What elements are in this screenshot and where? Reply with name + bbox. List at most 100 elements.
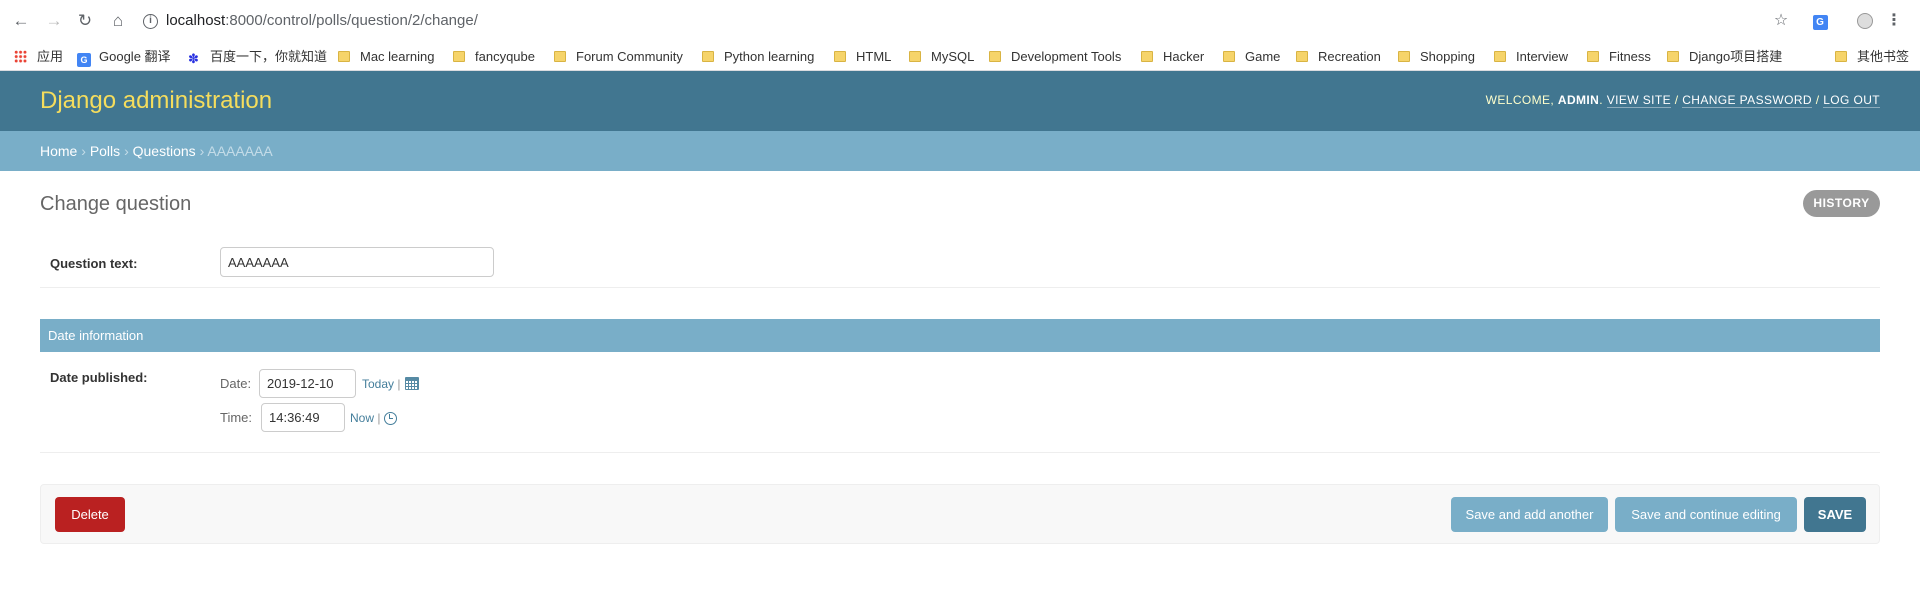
menu-kebab-icon[interactable]: ⋮ <box>1886 10 1902 32</box>
today-link[interactable]: Today <box>362 377 394 391</box>
translate-extension-icon[interactable]: G <box>1810 10 1830 32</box>
bookmark-label: 百度一下，你就知道 <box>210 49 328 64</box>
now-link[interactable]: Now <box>350 411 374 425</box>
submit-row: Delete Save and add another Save and con… <box>40 484 1880 544</box>
bookmark-development-tools[interactable]: Development Tools <box>989 48 1121 66</box>
bookmarks-bar: 应用 G Google 翻译 ✽ 百度一下，你就知道 Mac learning fa… <box>0 42 1920 71</box>
link-separator: | <box>377 411 381 425</box>
history-button[interactable]: History <box>1803 190 1880 217</box>
bookmark-label: Shopping <box>1420 49 1475 64</box>
breadcrumb-sep: › <box>81 143 86 159</box>
bookmark-html[interactable]: HTML <box>834 48 891 66</box>
folder-icon <box>453 51 465 62</box>
folder-icon <box>338 51 350 62</box>
bookmark-fitness[interactable]: Fitness <box>1587 48 1651 66</box>
bookmark-python-learning[interactable]: Python learning <box>702 48 814 66</box>
bookmark-label: Game <box>1245 49 1281 64</box>
bookmark-recreation[interactable]: Recreation <box>1296 48 1381 66</box>
bookmark-hacker[interactable]: Hacker <box>1141 48 1204 66</box>
bookmark-label: Django项目搭建 <box>1689 49 1783 64</box>
date-published-label: Date published: <box>50 370 148 385</box>
separator: / <box>1815 93 1820 107</box>
bookmark-interview[interactable]: Interview <box>1494 48 1568 66</box>
admin-header: Django administration Welcome, admin. Vi… <box>0 71 1920 131</box>
bookmark-star-icon[interactable]: ☆ <box>1771 10 1791 32</box>
profile-avatar-icon[interactable] <box>1855 10 1875 32</box>
reload-icon[interactable]: ↻ <box>74 10 96 32</box>
bookmark-django-setup[interactable]: Django项目搭建 <box>1667 48 1782 66</box>
date-label: Date: <box>220 376 252 391</box>
date-published-row: Date published: Date: Today | Time: Now … <box>40 352 1880 453</box>
bookmark-label: 其他书签 <box>1857 49 1910 64</box>
bookmark-label: Mac learning <box>360 49 435 64</box>
breadcrumb-polls[interactable]: Polls <box>90 143 120 159</box>
bookmark-baidu[interactable]: ✽ 百度一下，你就知道 <box>188 48 327 66</box>
bookmark-game[interactable]: Game <box>1223 48 1280 66</box>
log-out-link[interactable]: Log out <box>1823 93 1880 108</box>
question-text-row: Question text: <box>40 236 1880 288</box>
bookmark-shopping[interactable]: Shopping <box>1398 48 1475 66</box>
bookmark-apps[interactable]: 应用 <box>14 48 63 66</box>
save-and-add-another-button[interactable]: Save and add another <box>1451 497 1608 532</box>
folder-icon <box>1667 51 1679 62</box>
breadcrumb-sep: › <box>124 143 129 159</box>
address-bar[interactable]: i localhost:8000/control/polls/question/2… <box>143 10 1783 32</box>
folder-icon <box>1296 51 1308 62</box>
question-text-label: Question text: <box>50 256 138 271</box>
calendar-icon[interactable] <box>405 377 419 390</box>
info-icon[interactable]: i <box>143 13 158 29</box>
time-input[interactable] <box>261 403 345 432</box>
today-link-group: Today | <box>362 377 401 391</box>
bookmark-label: Development Tools <box>1011 49 1122 64</box>
bookmark-label: Forum Community <box>576 49 683 64</box>
breadcrumb-home[interactable]: Home <box>40 143 77 159</box>
bookmark-label: Fitness <box>1609 49 1651 64</box>
link-separator: | <box>397 377 401 391</box>
forward-arrow-icon[interactable]: → <box>43 10 65 32</box>
bookmark-fancyqube[interactable]: fancyqube <box>453 48 535 66</box>
bookmark-forum-community[interactable]: Forum Community <box>554 48 683 66</box>
folder-icon <box>1835 51 1847 62</box>
bookmark-google-translate[interactable]: G Google 翻译 <box>77 48 171 67</box>
bookmark-label: Python learning <box>724 49 815 64</box>
browser-toolbar: ← → ↻ ⌂ i localhost:8000/control/polls/qu… <box>0 0 1920 42</box>
folder-icon <box>1223 51 1235 62</box>
breadcrumb-current: AAAAAAA <box>207 143 273 159</box>
bookmark-label: Interview <box>1516 49 1569 64</box>
bookmark-label: Hacker <box>1163 49 1205 64</box>
home-icon[interactable]: ⌂ <box>107 10 129 32</box>
breadcrumb: Home › Polls › Questions › AAAAAAA <box>0 131 1920 171</box>
question-text-input[interactable] <box>220 247 494 277</box>
folder-icon <box>702 51 714 62</box>
bookmark-other[interactable]: 其他书签 <box>1835 48 1909 66</box>
breadcrumb-questions[interactable]: Questions <box>133 143 196 159</box>
bookmark-mysql[interactable]: MySQL <box>909 48 974 66</box>
breadcrumb-sep: › <box>199 143 205 159</box>
folder-icon <box>554 51 566 62</box>
bookmark-label: Google 翻译 <box>99 49 171 64</box>
folder-icon <box>1587 51 1599 62</box>
page-title: Change question <box>40 193 192 215</box>
save-and-continue-button[interactable]: Save and continue editing <box>1615 497 1797 532</box>
bookmark-mac-learning[interactable]: Mac learning <box>338 48 434 66</box>
date-input[interactable] <box>259 369 356 398</box>
save-button[interactable]: Save <box>1804 497 1866 532</box>
bookmark-label: MySQL <box>931 49 975 64</box>
url-host: localhost <box>166 12 226 29</box>
folder-icon <box>989 51 1001 62</box>
folder-icon <box>909 51 921 62</box>
now-link-group: Now | <box>350 411 380 425</box>
site-branding[interactable]: Django administration <box>40 87 272 115</box>
folder-icon <box>1398 51 1410 62</box>
change-password-link[interactable]: Change password <box>1682 93 1812 108</box>
clock-icon[interactable] <box>384 412 397 425</box>
bookmark-label: fancyqube <box>475 49 535 64</box>
folder-icon <box>834 51 846 62</box>
time-label: Time: <box>220 410 253 425</box>
back-arrow-icon[interactable]: ← <box>10 10 32 32</box>
delete-button[interactable]: Delete <box>55 497 125 532</box>
folder-icon <box>1141 51 1153 62</box>
fieldset-date-information: Date information <box>40 319 1880 352</box>
separator: / <box>1674 93 1679 107</box>
view-site-link[interactable]: View site <box>1606 93 1671 108</box>
